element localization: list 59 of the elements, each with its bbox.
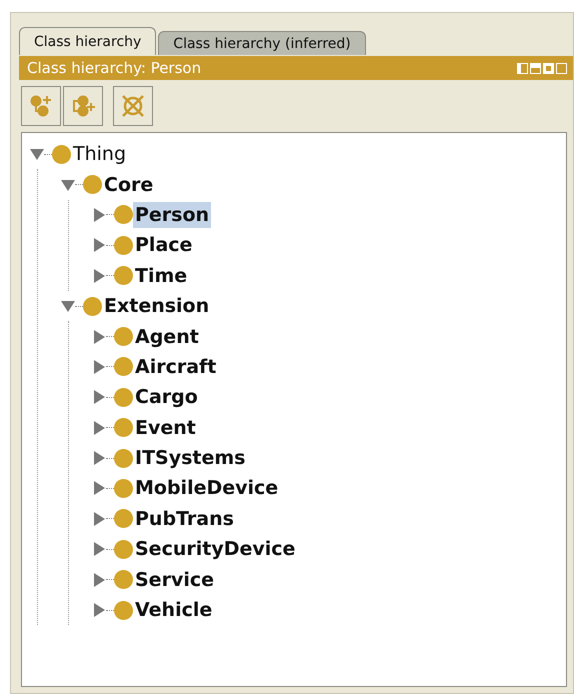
class-icon	[114, 448, 133, 468]
split-vertical-icon[interactable]	[517, 62, 528, 74]
add-subclass-button[interactable]	[21, 86, 61, 126]
class-icon	[114, 509, 133, 528]
expand-icon[interactable]	[92, 420, 106, 435]
class-icon	[114, 478, 133, 498]
class-icon	[114, 327, 133, 346]
collapse-icon[interactable]	[30, 147, 44, 162]
tree-item[interactable]: Extension	[102, 293, 212, 320]
class-icon	[114, 388, 133, 407]
collapse-icon[interactable]	[61, 299, 75, 314]
collapse-icon[interactable]	[61, 178, 75, 192]
expand-icon[interactable]	[92, 238, 106, 252]
tree-item[interactable]: Core	[102, 172, 156, 198]
class-icon	[114, 266, 133, 286]
class-icon	[114, 357, 133, 376]
tree-item[interactable]: Agent	[133, 324, 201, 350]
add-sibling-icon	[70, 93, 96, 119]
tree-item[interactable]: ITSystems	[133, 445, 248, 472]
delete-class-button[interactable]	[113, 86, 153, 126]
class-icon	[83, 175, 102, 194]
tree-item[interactable]: Event	[133, 414, 198, 441]
expand-icon[interactable]	[92, 330, 106, 344]
tree-item[interactable]: Thing	[71, 141, 128, 168]
class-icon	[52, 144, 71, 164]
expand-icon[interactable]	[92, 360, 106, 374]
class-icon	[114, 600, 133, 620]
add-subclass-icon	[28, 93, 54, 119]
maximize-icon[interactable]	[543, 62, 554, 74]
panel-title: Class hierarchy: Person	[27, 58, 202, 79]
expand-icon[interactable]	[92, 208, 106, 222]
tree-item[interactable]: Aircraft	[133, 354, 218, 380]
tree-item[interactable]: Place	[133, 232, 194, 258]
class-icon	[114, 205, 133, 224]
tab[interactable]: Class hierarchy (inferred)	[158, 31, 366, 55]
tree-item[interactable]: Time	[133, 262, 190, 289]
class-icon	[114, 570, 133, 590]
expand-icon[interactable]	[92, 390, 106, 404]
class-icon	[114, 236, 133, 255]
tree-item[interactable]: PubTrans	[133, 506, 236, 532]
tree-item[interactable]: Service	[133, 566, 216, 593]
expand-icon[interactable]	[92, 512, 106, 526]
tree-item[interactable]: MobileDevice	[133, 475, 280, 502]
tree-item[interactable]: Vehicle	[133, 597, 214, 624]
expand-icon[interactable]	[92, 268, 106, 283]
tree-item[interactable]: Person	[133, 202, 212, 228]
add-sibling-button[interactable]	[63, 86, 103, 126]
tab[interactable]: Class hierarchy	[19, 27, 156, 55]
expand-icon[interactable]	[92, 572, 106, 587]
class-icon	[114, 540, 133, 559]
expand-icon[interactable]	[92, 451, 106, 466]
split-horizontal-icon[interactable]	[530, 62, 541, 74]
expand-icon[interactable]	[92, 542, 106, 556]
expand-icon[interactable]	[92, 481, 106, 496]
expand-icon[interactable]	[92, 603, 106, 618]
tree-item[interactable]: SecurityDevice	[133, 536, 298, 562]
tree-item[interactable]: Cargo	[133, 384, 200, 410]
class-icon	[114, 418, 133, 438]
class-icon	[83, 296, 102, 316]
